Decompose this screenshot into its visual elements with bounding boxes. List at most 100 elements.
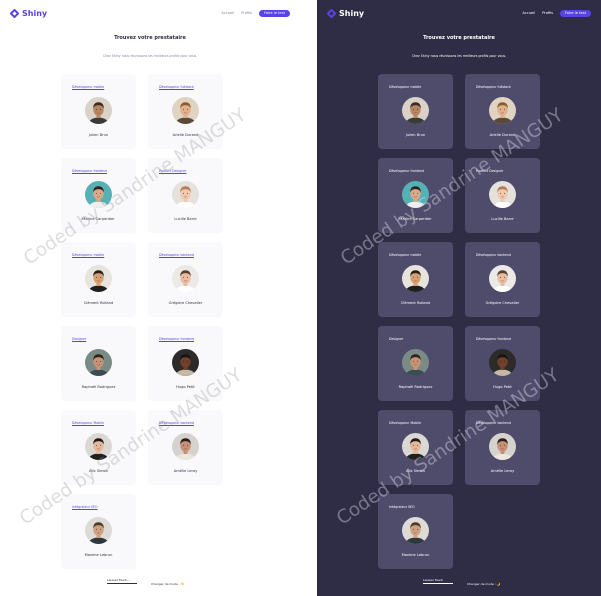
nav-link-profiles[interactable]: Profils xyxy=(542,11,553,15)
avatar-portrait xyxy=(85,265,112,292)
profile-job-title: Développeur backend xyxy=(476,253,511,257)
profile-avatar xyxy=(172,181,199,208)
avatar-portrait xyxy=(489,265,516,292)
nav-test-button[interactable]: Faire le test xyxy=(560,9,591,17)
avatar-eye xyxy=(100,528,101,530)
profile-card[interactable]: Développeur fullstack Arielle Durand xyxy=(465,74,540,149)
profile-card[interactable]: Développeur frontend Hugo Petit xyxy=(148,326,223,401)
profile-job-title: Développeur frontend xyxy=(389,169,425,173)
profile-avatar xyxy=(489,181,516,208)
avatar-eye xyxy=(413,528,414,530)
profile-job-title: Développeur frontend xyxy=(159,337,195,341)
nav-test-button[interactable]: Faire le test xyxy=(259,9,290,17)
header-nav: Shiny Accueil Profils Faire le test xyxy=(327,7,591,19)
profile-avatar xyxy=(172,265,199,292)
avatar-eye xyxy=(187,444,188,446)
profile-job-title: Développeur mobile xyxy=(72,253,105,257)
profile-name: Alix Simon xyxy=(89,469,108,473)
profile-card[interactable]: Développeur backend Amélie Leroy xyxy=(465,410,540,485)
avatar-eye xyxy=(183,360,184,362)
profile-card[interactable]: Développeur fullstack Arielle Durand xyxy=(148,74,223,149)
avatar-portrait xyxy=(402,265,429,292)
profile-card[interactable]: Développeur mobile Clément Rolland xyxy=(61,242,136,317)
profile-card[interactable]: Intégrateur SEO Maxime Lebrun xyxy=(61,494,136,569)
profile-card[interactable]: Développeur mobile Julien Brun xyxy=(61,74,136,149)
profile-name: Alix Simon xyxy=(406,469,425,473)
profile-name: Marine Carpentier xyxy=(399,217,432,221)
profile-card[interactable]: Développeur frontend Marine Carpentier xyxy=(61,158,136,233)
avatar-portrait xyxy=(402,349,429,376)
avatar-portrait xyxy=(489,349,516,376)
profile-job-title: Développeur mobile xyxy=(389,253,422,257)
logo-text: Shiny xyxy=(339,8,365,18)
avatar-eye xyxy=(187,360,188,362)
profile-card[interactable]: Développeur Mobile Alix Simon xyxy=(61,410,136,485)
profile-name: Maxime Lebrun xyxy=(84,553,113,557)
theme-toggle[interactable]: Changer de mode : 🌙 xyxy=(467,582,501,586)
avatar-eye xyxy=(500,444,501,446)
avatar-eye xyxy=(96,192,97,194)
profile-job-title: Product Designer xyxy=(159,169,187,173)
avatar-eye xyxy=(187,276,188,278)
avatar-portrait xyxy=(85,433,112,460)
profile-card[interactable]: Développeur backend Grégoire Chevalier xyxy=(465,242,540,317)
profile-card[interactable]: Designer Raphaël Rodriguez xyxy=(378,326,453,401)
logo[interactable]: Shiny xyxy=(327,9,364,18)
avatar-eye xyxy=(187,108,188,110)
avatar-portrait xyxy=(172,349,199,376)
profile-avatar xyxy=(85,181,112,208)
page-subtitle: Chez Shiny nous réunissons les meilleurs… xyxy=(411,54,507,58)
avatar-portrait xyxy=(172,181,199,208)
nav-link-profiles[interactable]: Profils xyxy=(241,11,252,15)
profile-card[interactable]: Intégrateur SEO Maxime Lebrun xyxy=(378,494,453,569)
nav-links: Accueil Profils Faire le test xyxy=(221,9,290,17)
logo[interactable]: Shiny xyxy=(10,9,47,18)
avatar-eye xyxy=(500,192,501,194)
profile-name: Grégoire Chevalier xyxy=(485,301,520,305)
profile-card[interactable]: Développeur frontend Marine Carpentier xyxy=(378,158,453,233)
header-nav: Shiny Accueil Profils Faire le test xyxy=(10,7,290,19)
avatar-eye xyxy=(504,360,505,362)
profile-card[interactable]: Designer Raphaël Rodriguez xyxy=(61,326,136,401)
page-subtitle: Chez Shiny nous réunissons les meilleurs… xyxy=(102,54,198,58)
avatar-portrait xyxy=(402,517,429,544)
profile-name: Julien Brun xyxy=(88,133,109,137)
profile-name: Julien Brun xyxy=(405,133,426,137)
profile-card[interactable]: Développeur mobile Clément Rolland xyxy=(378,242,453,317)
profile-card[interactable]: Développeur mobile Julien Brun xyxy=(378,74,453,149)
profile-name: Lucille Barre xyxy=(491,217,514,221)
theme-toggle[interactable]: Changer de mode : ☀️ xyxy=(151,582,185,586)
shiny-logo-icon xyxy=(10,9,19,18)
profile-job-title: Développeur backend xyxy=(476,421,511,425)
feedback-input[interactable]: Laissez Feedi xyxy=(423,578,453,584)
avatar-eye xyxy=(504,444,505,446)
profile-card[interactable]: Développeur frontend Hugo Petit xyxy=(465,326,540,401)
page-title: Trouvez votre prestataire xyxy=(423,35,495,41)
avatar-portrait xyxy=(85,97,112,124)
avatar-portrait xyxy=(172,433,199,460)
avatar-portrait xyxy=(85,181,112,208)
light-mode-page: Shiny Accueil Profils Faire le test Trou… xyxy=(0,0,300,596)
nav-link-home[interactable]: Accueil xyxy=(221,11,234,15)
profile-name: Arielle Durand xyxy=(172,133,199,137)
avatar-eye xyxy=(100,360,101,362)
profile-card[interactable]: Product Designer Lucille Barre xyxy=(148,158,223,233)
feedback-input[interactable]: Laissez Feedi... xyxy=(107,578,137,584)
avatar-eye xyxy=(413,276,414,278)
profile-name: Maxime Lebrun xyxy=(401,553,430,557)
profile-avatar xyxy=(85,433,112,460)
profile-name: Clément Rolland xyxy=(400,301,431,305)
nav-link-home[interactable]: Accueil xyxy=(522,11,535,15)
profile-avatar xyxy=(85,517,112,544)
avatar-portrait xyxy=(402,181,429,208)
profile-card[interactable]: Développeur Mobile Alix Simon xyxy=(378,410,453,485)
avatar-eye xyxy=(413,192,414,194)
avatar-eye xyxy=(187,192,188,194)
shiny-logo-icon xyxy=(327,9,336,18)
profile-card[interactable]: Développeur backend Amélie Leroy xyxy=(148,410,223,485)
profile-job-title: Développeur backend xyxy=(159,421,194,425)
profile-card[interactable]: Product Designer Lucille Barre xyxy=(465,158,540,233)
profile-avatar xyxy=(172,349,199,376)
profile-card[interactable]: Développeur backend Grégoire Chevalier xyxy=(148,242,223,317)
avatar-eye xyxy=(183,108,184,110)
